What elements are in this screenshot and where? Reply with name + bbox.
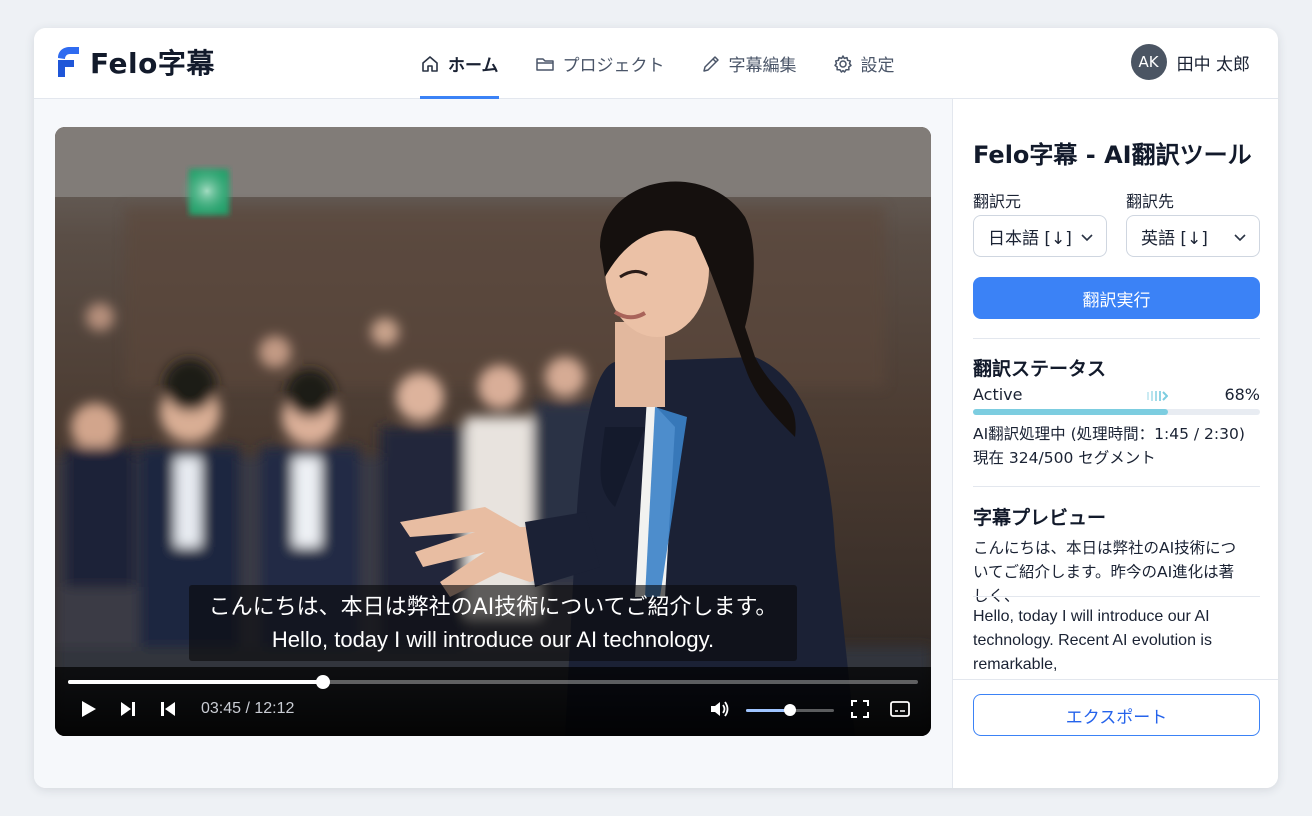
nav-item-label: 字幕編集 xyxy=(728,56,797,76)
nav-item-projects[interactable]: プロジェクト xyxy=(535,28,665,99)
play-icon[interactable] xyxy=(77,698,99,720)
status-title: 翻訳ステータス xyxy=(973,358,1107,380)
target-language-label: 翻訳先 xyxy=(1126,192,1175,211)
divider xyxy=(953,679,1278,680)
nav-item-label: 設定 xyxy=(860,56,895,76)
captions-icon[interactable] xyxy=(889,698,911,720)
divider xyxy=(973,486,1260,487)
user-menu[interactable]: AK 田中 太郎 xyxy=(1130,44,1250,80)
status-percent: 68% xyxy=(1224,385,1260,404)
user-name: 田中 太郎 xyxy=(1176,54,1250,75)
source-language-label: 翻訳元 xyxy=(973,192,1022,211)
status-state: Active xyxy=(973,385,1023,404)
activity-indicator-icon xyxy=(1147,391,1168,401)
nav-item-home[interactable]: ホーム xyxy=(420,28,499,99)
volume-slider[interactable] xyxy=(746,704,834,716)
status-segments: 現在 324/500 セグメント xyxy=(973,449,1156,467)
folder-icon xyxy=(535,57,554,71)
run-translation-button[interactable]: 翻訳実行 xyxy=(973,277,1260,319)
home-icon xyxy=(422,55,438,72)
time-display: 03:45 / 12:12 xyxy=(201,700,295,717)
subtitle-japanese: こんにちは、本日は弊社のAI技術についてご紹介します。 xyxy=(208,595,778,620)
gear-icon xyxy=(833,54,852,73)
target-language-select[interactable]: 英語 [↓] xyxy=(1126,215,1260,257)
preview-english: Hello, today I will introduce our AI tec… xyxy=(973,608,1212,673)
export-button[interactable]: エクスポート xyxy=(973,694,1260,736)
skip-next-icon[interactable] xyxy=(117,698,139,720)
nav-item-label: プロジェクト xyxy=(562,56,665,76)
preview-japanese: こんにちは、本日は弊社のAI技術についてご紹介します。昨今のAI進化は著しく、 xyxy=(973,539,1237,605)
source-language-value: 日本語 [↓] xyxy=(988,228,1072,249)
seek-handle[interactable] xyxy=(316,675,330,689)
divider xyxy=(973,596,1260,597)
nav-item-label: ホーム xyxy=(448,56,499,76)
main-nav: ホーム プロジェクト 字幕編集 設定 xyxy=(420,28,931,99)
status-detail: AI翻訳処理中 (処理時間：1:45 / 2:30) xyxy=(973,425,1245,443)
source-language-select[interactable]: 日本語 [↓] xyxy=(973,215,1107,257)
player-controls: 03:45 / 12:12 xyxy=(55,667,931,736)
target-language-value: 英語 [↓] xyxy=(1141,228,1208,249)
volume-handle[interactable] xyxy=(784,704,796,716)
volume-icon[interactable] xyxy=(709,698,731,720)
subtitle-overlay: こんにちは、本日は弊社のAI技術についてご紹介します。 Hello, today… xyxy=(189,585,797,661)
preview-title: 字幕プレビュー xyxy=(973,507,1107,529)
felo-logo-icon xyxy=(58,47,79,77)
brand[interactable]: Felo字幕 xyxy=(54,44,215,80)
app-window: Felo字幕 ホーム プロジェクト 字幕編集 設定 AK 田中 太郎 こんにちは… xyxy=(34,28,1278,788)
brand-name: Felo字幕 xyxy=(90,47,215,80)
nav-item-settings[interactable]: 設定 xyxy=(833,28,895,99)
nav-item-subtitle-edit[interactable]: 字幕編集 xyxy=(701,28,797,99)
divider xyxy=(973,338,1260,339)
translation-progress-fill xyxy=(973,409,1169,415)
pencil-icon xyxy=(702,55,719,72)
panel-title: Felo字幕 - AI翻訳ツール xyxy=(973,141,1252,169)
translation-progress-bar xyxy=(973,409,1260,415)
video-player[interactable]: こんにちは、本日は弊社のAI技術についてご紹介します。 Hello, today… xyxy=(55,127,931,736)
chevron-down-icon xyxy=(1081,234,1093,242)
subtitle-english: Hello, today I will introduce our AI tec… xyxy=(271,627,715,652)
chevron-down-icon xyxy=(1234,234,1246,242)
translation-panel: Felo字幕 - AI翻訳ツール 翻訳元 翻訳先 日本語 [↓] 英語 [↓] … xyxy=(952,99,1278,788)
avatar: AK xyxy=(1130,44,1167,80)
skip-previous-icon[interactable] xyxy=(157,698,179,720)
seek-bar[interactable] xyxy=(68,675,918,689)
fullscreen-icon[interactable] xyxy=(849,698,871,720)
top-header: Felo字幕 ホーム プロジェクト 字幕編集 設定 AK 田中 太郎 xyxy=(34,28,1278,99)
status-row: Active 68% xyxy=(973,385,1260,407)
seek-bar-played xyxy=(68,680,323,684)
